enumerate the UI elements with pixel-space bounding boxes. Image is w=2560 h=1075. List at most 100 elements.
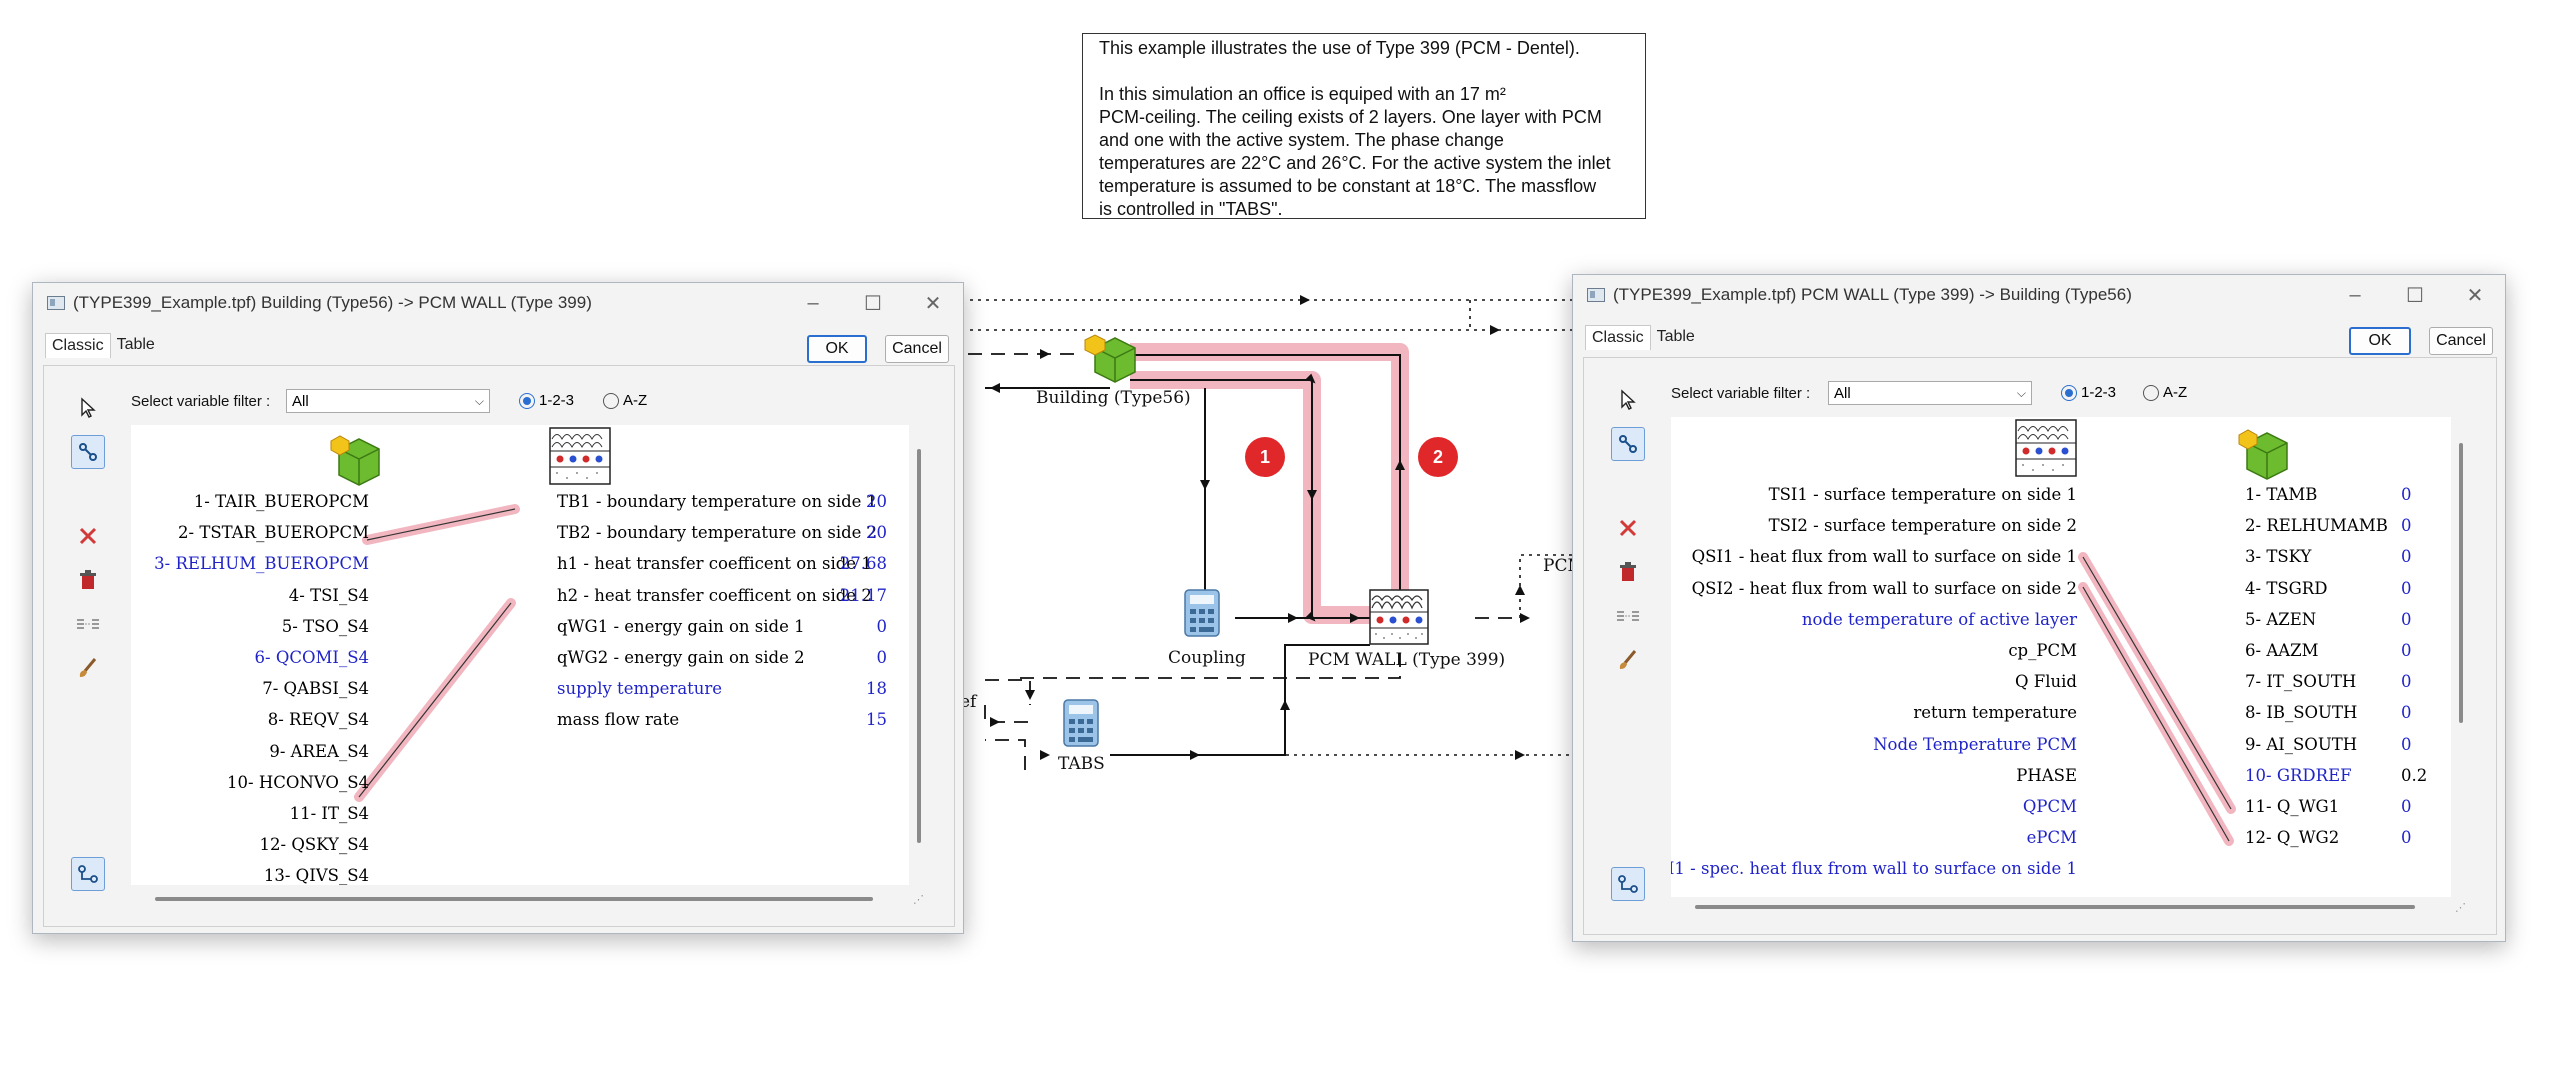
title-bar[interactable]: (TYPE399_Example.tpf) Building (Type56) … <box>33 283 963 323</box>
connection-list-icon[interactable] <box>1611 599 1645 633</box>
output-variable[interactable]: 13- QIVS_S4 <box>264 866 369 885</box>
output-variable[interactable]: TSI1 - surface temperature on side 1 <box>1769 485 2077 505</box>
connection-list-icon[interactable] <box>71 607 105 641</box>
output-variable[interactable]: return temperature <box>1913 703 2077 723</box>
minimize-icon[interactable]: – <box>783 283 843 323</box>
pointer-icon[interactable] <box>1611 383 1645 417</box>
output-variable[interactable]: PHASE <box>2016 766 2077 786</box>
output-variable[interactable]: 10- HCONVO_S4 <box>227 773 369 793</box>
input-variable[interactable]: qWG1 - energy gain on side 1 <box>557 617 805 637</box>
input-variable[interactable]: 2- RELHUMAMB <box>2245 516 2388 536</box>
tab-classic[interactable]: Classic <box>1585 325 1651 350</box>
output-variable[interactable]: cp_PCM <box>2008 641 2077 661</box>
output-variable[interactable]: 2- TSTAR_BUEROPCM <box>178 523 369 543</box>
filter-select[interactable]: All ⌵ <box>286 389 490 413</box>
output-variable[interactable]: 9- AREA_S4 <box>269 742 369 762</box>
delete-all-icon[interactable] <box>1611 555 1645 589</box>
cancel-button[interactable]: Cancel <box>885 335 949 363</box>
input-variable[interactable]: TB2 - boundary temperature on side 2 <box>557 523 877 543</box>
input-value[interactable]: 0 <box>2401 485 2412 505</box>
filter-select[interactable]: All ⌵ <box>1828 381 2032 405</box>
input-variable[interactable]: h2 - heat transfer coefficent on side 2 <box>557 586 872 606</box>
delete-all-icon[interactable] <box>71 563 105 597</box>
link-badge-1[interactable]: 1 <box>1245 437 1285 477</box>
input-variable[interactable]: 9- AI_SOUTH <box>2245 735 2357 755</box>
output-variable[interactable]: 4- TSI_S4 <box>289 586 369 606</box>
link-style-icon[interactable] <box>1611 867 1645 901</box>
output-variable[interactable]: 5- TSO_S4 <box>282 617 369 637</box>
output-variable[interactable]: 3- RELHUM_BUEROPCM <box>154 554 369 574</box>
output-variable[interactable]: QSI2 - heat flux from wall to surface on… <box>1692 579 2077 599</box>
sort-az-radio[interactable]: A-Z <box>2143 384 2187 401</box>
output-variable[interactable]: 8- REQV_S4 <box>268 710 369 730</box>
output-variable[interactable]: node temperature of active layer <box>1802 610 2077 630</box>
cancel-button[interactable]: Cancel <box>2429 327 2493 355</box>
input-value[interactable]: 0 <box>2401 797 2412 817</box>
output-variable[interactable]: Q Fluid <box>2015 672 2077 692</box>
output-variable[interactable]: QPCM <box>2023 797 2077 817</box>
delete-icon[interactable] <box>1611 511 1645 545</box>
tab-classic[interactable]: Classic <box>45 333 111 358</box>
delete-icon[interactable] <box>71 519 105 553</box>
link-style-icon[interactable] <box>71 857 105 891</box>
coupling-label[interactable]: Coupling <box>1168 648 1246 668</box>
input-value[interactable]: 0 <box>2401 579 2412 599</box>
link-tool-icon[interactable] <box>1611 427 1645 461</box>
output-variable[interactable]: Node Temperature PCM <box>1873 735 2077 755</box>
input-value[interactable]: 0 <box>877 648 888 668</box>
input-value[interactable]: 15 <box>866 710 887 730</box>
output-variable[interactable]: 1- TAIR_BUEROPCM <box>194 492 369 512</box>
horizontal-scrollbar[interactable] <box>155 897 873 901</box>
input-value[interactable]: 0 <box>2401 516 2412 536</box>
minimize-icon[interactable]: – <box>2325 275 2385 315</box>
output-variable[interactable]: ePCM <box>2027 828 2077 848</box>
input-value[interactable]: 0 <box>877 617 888 637</box>
input-value[interactable]: 20 <box>866 523 887 543</box>
vertical-scrollbar[interactable] <box>2459 443 2463 723</box>
input-variable[interactable]: 12- Q_WG2 <box>2245 828 2339 848</box>
input-variable[interactable]: 1- TAMB <box>2245 485 2317 505</box>
input-variable[interactable]: 5- AZEN <box>2245 610 2316 630</box>
building-label[interactable]: Building (Type56) <box>1036 388 1191 408</box>
pointer-icon[interactable] <box>71 391 105 425</box>
tabs-label[interactable]: TABS <box>1058 754 1105 774</box>
input-variable[interactable]: h1 - heat transfer coefficent on side 1 <box>557 554 872 574</box>
input-variable[interactable]: 6- AAZM <box>2245 641 2319 661</box>
input-value[interactable]: 0 <box>2401 641 2412 661</box>
sort-123-radio[interactable]: 1-2-3 <box>2061 384 2116 401</box>
input-value[interactable]: 0 <box>2401 703 2412 723</box>
input-variable[interactable]: supply temperature <box>557 679 722 699</box>
input-value[interactable]: 0 <box>2401 672 2412 692</box>
input-value[interactable]: 21.17 <box>840 586 887 606</box>
output-variable[interactable]: 11- IT_S4 <box>290 804 369 824</box>
ok-button[interactable]: OK <box>2349 327 2411 355</box>
horizontal-scrollbar[interactable] <box>1695 905 2415 909</box>
input-variable[interactable]: mass flow rate <box>557 710 679 730</box>
close-icon[interactable]: ✕ <box>2445 275 2505 315</box>
output-variable[interactable]: 12- QSKY_S4 <box>260 835 369 855</box>
description-note[interactable]: This example illustrates the use of Type… <box>1082 33 1646 219</box>
input-variable[interactable]: 8- IB_SOUTH <box>2245 703 2357 723</box>
input-value[interactable]: 18 <box>866 679 887 699</box>
close-icon[interactable]: ✕ <box>903 283 963 323</box>
pcm-wall-label[interactable]: PCM WALL (Type 399) <box>1308 650 1505 670</box>
sort-az-radio[interactable]: A-Z <box>603 392 647 409</box>
vertical-scrollbar[interactable] <box>917 449 921 843</box>
output-variable[interactable]: TSI2 - surface temperature on side 2 <box>1769 516 2077 536</box>
input-value[interactable]: 0 <box>2401 828 2412 848</box>
title-bar[interactable]: (TYPE399_Example.tpf) PCM WALL (Type 399… <box>1573 275 2505 315</box>
link-tool-icon[interactable] <box>71 435 105 469</box>
input-variable[interactable]: 7- IT_SOUTH <box>2245 672 2356 692</box>
brush-icon[interactable] <box>71 651 105 685</box>
input-value[interactable]: 27.68 <box>840 554 887 574</box>
input-variable[interactable]: 3- TSKY <box>2245 547 2311 567</box>
link-badge-2[interactable]: 2 <box>1418 437 1458 477</box>
input-variable[interactable]: qWG2 - energy gain on side 2 <box>557 648 805 668</box>
input-variable[interactable]: 4- TSGRD <box>2245 579 2327 599</box>
maximize-icon[interactable]: ☐ <box>2385 275 2445 315</box>
sort-123-radio[interactable]: 1-2-3 <box>519 392 574 409</box>
input-variable[interactable]: TB1 - boundary temperature on side 1 <box>557 492 877 512</box>
input-value[interactable]: 0 <box>2401 547 2412 567</box>
input-value[interactable]: 0.2 <box>2401 766 2427 786</box>
input-value[interactable]: 0 <box>2401 735 2412 755</box>
